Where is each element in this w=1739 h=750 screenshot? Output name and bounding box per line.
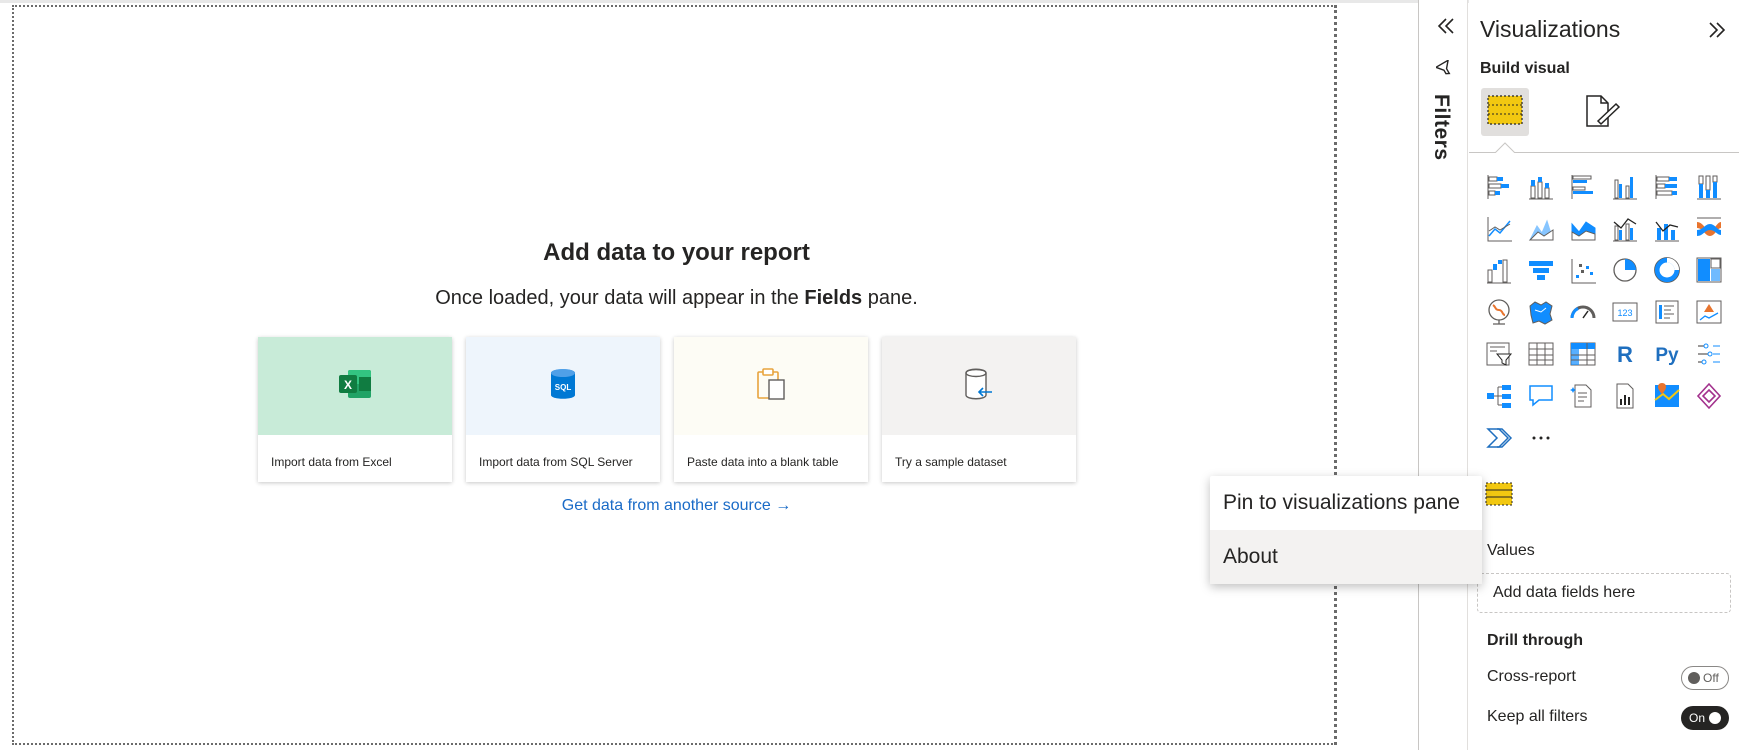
chevron-double-left-icon[interactable] (1434, 14, 1458, 38)
keep-all-filters-label: Keep all filters (1487, 708, 1588, 725)
toggle-knob (1688, 672, 1700, 684)
sample-dataset-icon (964, 368, 994, 405)
clustered-column-chart-icon[interactable] (1609, 170, 1641, 202)
table-icon[interactable] (1525, 338, 1557, 370)
subtitle-prefix: Once loaded, your data will appear in th… (435, 287, 805, 309)
stacked-bar-chart-icon[interactable] (1483, 170, 1515, 202)
svg-text:X: X (344, 378, 352, 392)
stacked-column-chart-icon[interactable] (1525, 170, 1557, 202)
clustered-bar-chart-icon[interactable] (1567, 170, 1599, 202)
smart-narrative-icon[interactable] (1567, 380, 1599, 412)
empty-state-subtitle: Once loaded, your data will appear in th… (14, 287, 1339, 310)
report-canvas[interactable]: Add data to your report Once loaded, you… (12, 5, 1337, 745)
multi-row-card-icon[interactable] (1651, 296, 1683, 328)
filter-icon (1434, 58, 1454, 83)
toggle-knob (1709, 712, 1722, 724)
map-icon[interactable] (1483, 296, 1515, 328)
paginated-report-icon[interactable] (1609, 380, 1641, 412)
build-visual-icon (1487, 94, 1523, 130)
line-stacked-column-chart-icon[interactable] (1651, 212, 1683, 244)
build-visual-tab[interactable] (1481, 88, 1529, 136)
sample-dataset-card[interactable]: Try a sample dataset (882, 337, 1076, 482)
kpi-icon[interactable] (1693, 296, 1725, 328)
visual-context-menu: Pin to visualizations pane About (1210, 476, 1482, 584)
toggle-state: Off (1703, 671, 1719, 685)
scatter-chart-icon[interactable] (1567, 254, 1599, 286)
card-thumbnail (674, 337, 868, 435)
subtitle-suffix: pane. (862, 287, 918, 309)
svg-text:R: R (1617, 342, 1633, 367)
matrix-icon[interactable] (1567, 338, 1599, 370)
donut-chart-icon[interactable] (1651, 254, 1683, 286)
svg-text:123: 123 (1617, 308, 1632, 318)
filters-label[interactable]: Filters (1429, 94, 1453, 161)
filters-pane-collapsed[interactable]: Filters (1418, 0, 1468, 750)
card-thumbnail: SQL (466, 337, 660, 435)
get-data-another-source-link[interactable]: Get data from another source → (14, 497, 1339, 515)
more-visuals-icon[interactable] (1525, 422, 1557, 454)
format-visual-tab[interactable] (1579, 88, 1627, 136)
empty-state: Add data to your report Once loaded, you… (14, 239, 1339, 310)
card-thumbnail (882, 337, 1076, 435)
drill-through-heading: Drill through (1487, 632, 1583, 649)
paste-icon (756, 367, 786, 405)
line-clustered-column-chart-icon[interactable] (1609, 212, 1641, 244)
card-label: Import data from Excel (271, 455, 392, 469)
build-visual-label: Build visual (1480, 60, 1570, 77)
about-item[interactable]: About (1210, 530, 1482, 584)
power-apps-icon[interactable] (1693, 380, 1725, 412)
keep-all-filters-toggle[interactable]: On (1681, 706, 1729, 730)
svg-text:Py: Py (1655, 345, 1679, 366)
key-influencers-icon[interactable] (1693, 338, 1725, 370)
card-icon[interactable]: 123 (1609, 296, 1641, 328)
table-visual-icon[interactable] (1483, 478, 1515, 510)
data-source-cards: X Import data from Excel SQL Import data… (258, 337, 1088, 482)
area-chart-icon[interactable] (1525, 212, 1557, 244)
active-tab-caret (1495, 142, 1515, 153)
visualizations-title: Visualizations (1480, 16, 1621, 42)
pie-chart-icon[interactable] (1609, 254, 1641, 286)
cross-report-toggle[interactable]: Off (1681, 666, 1729, 690)
format-visual-icon (1584, 91, 1622, 134)
qa-icon[interactable] (1525, 380, 1557, 412)
empty-state-title: Add data to your report (543, 239, 810, 266)
values-field-well[interactable]: Add data fields here (1477, 573, 1731, 613)
filled-map-icon[interactable] (1525, 296, 1557, 328)
import-excel-card[interactable]: X Import data from Excel (258, 337, 452, 482)
import-sql-server-card[interactable]: SQL Import data from SQL Server (466, 337, 660, 482)
r-script-visual-icon[interactable]: R (1609, 338, 1641, 370)
card-thumbnail: X (258, 337, 452, 435)
stacked-area-chart-icon[interactable] (1567, 212, 1599, 244)
card-label: Paste data into a blank table (687, 455, 839, 469)
azure-map-icon[interactable] (1651, 380, 1683, 412)
sql-server-icon: SQL (550, 368, 576, 405)
slicer-icon[interactable] (1483, 338, 1515, 370)
chevron-double-right-icon[interactable] (1705, 18, 1729, 42)
toggle-state: On (1689, 711, 1706, 725)
visualizations-pane: Visualizations Build visual 123 R Py Val… (1469, 0, 1739, 750)
subtitle-fields: Fields (804, 287, 863, 309)
python-visual-icon[interactable]: Py (1651, 338, 1683, 370)
gauge-icon[interactable] (1567, 296, 1599, 328)
pin-to-visualizations-pane-item[interactable]: Pin to visualizations pane (1210, 476, 1482, 530)
cross-report-label: Cross-report (1487, 668, 1576, 685)
svg-text:SQL: SQL (555, 383, 572, 392)
line-chart-icon[interactable] (1483, 212, 1515, 244)
card-label: Import data from SQL Server (479, 455, 633, 469)
funnel-chart-icon[interactable] (1525, 254, 1557, 286)
ribbon-chart-icon[interactable] (1693, 212, 1725, 244)
values-label: Values (1487, 542, 1535, 559)
decomposition-tree-icon[interactable] (1483, 380, 1515, 412)
treemap-icon[interactable] (1693, 254, 1725, 286)
100-stacked-bar-chart-icon[interactable] (1651, 170, 1683, 202)
card-label: Try a sample dataset (895, 455, 1007, 469)
excel-icon: X (338, 369, 372, 404)
paste-data-card[interactable]: Paste data into a blank table (674, 337, 868, 482)
power-automate-icon[interactable] (1483, 422, 1515, 454)
100-stacked-column-chart-icon[interactable] (1693, 170, 1725, 202)
waterfall-chart-icon[interactable] (1483, 254, 1515, 286)
